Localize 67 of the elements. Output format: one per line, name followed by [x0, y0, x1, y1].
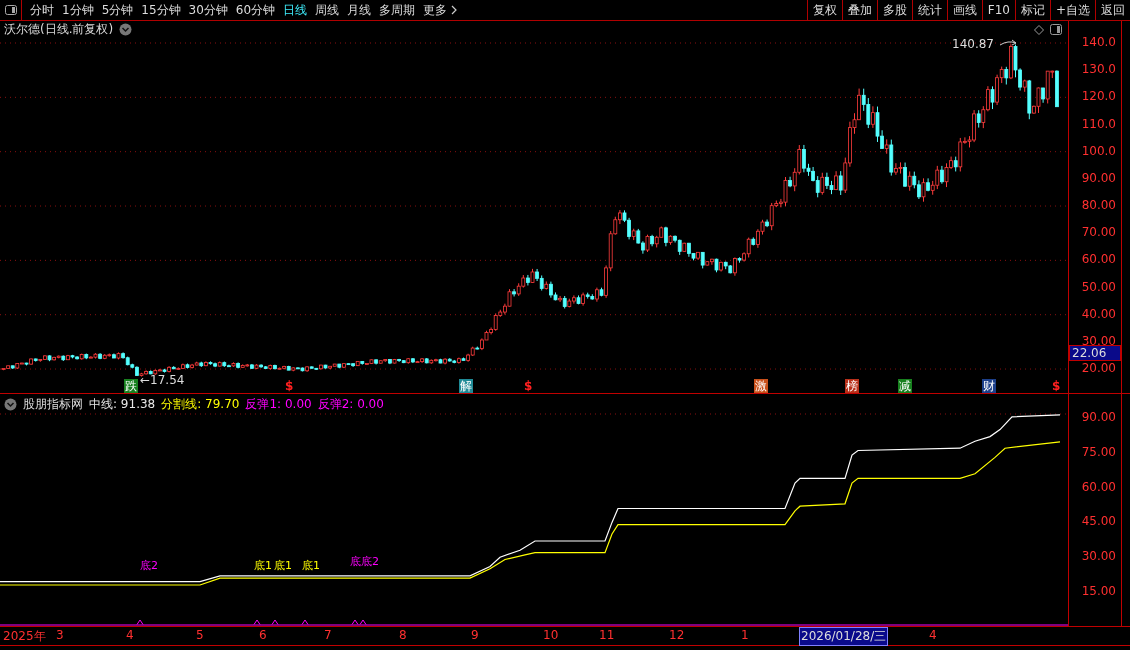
signal-tag: 减 — [898, 379, 912, 393]
date-label: 4 — [125, 628, 135, 642]
indicator-name: 股朋指标网 — [23, 395, 83, 413]
signal-tag: 榜 — [845, 379, 859, 393]
period-tab[interactable]: 30分钟 — [188, 1, 228, 19]
date-label: 12 — [668, 628, 686, 642]
date-label: 4 — [928, 628, 938, 642]
period-tab[interactable]: 60分钟 — [235, 1, 276, 19]
date-label: 10 — [542, 628, 560, 642]
axis-label: 130.0 — [1081, 62, 1116, 77]
bottom-signal-label: 底1 — [254, 558, 272, 573]
date-label: 9 — [470, 628, 480, 642]
axis-label: 140.0 — [1081, 35, 1116, 49]
axis-label: 60.00 — [1081, 479, 1116, 494]
axis-label: 20.00 — [1081, 361, 1116, 376]
indicator-value: 分割线: 79.70 — [161, 395, 240, 413]
period-tab[interactable]: 分时 — [30, 1, 54, 19]
axis-label: 60.00 — [1081, 252, 1116, 267]
signal-mark: $ — [524, 379, 533, 393]
signal-tag: 跌 — [124, 379, 138, 393]
indicator-value: 反弹2: 0.00 — [317, 395, 384, 413]
axis-label: 30.00 — [1081, 333, 1116, 348]
period-tab[interactable]: 15分钟 — [141, 1, 181, 19]
bottom-signal-label: 底1 — [274, 558, 292, 573]
axis-label: 80.00 — [1081, 198, 1116, 212]
period-tab[interactable]: 5分钟 — [101, 1, 134, 19]
axis-label: 110.0 — [1081, 116, 1116, 131]
signal-tag: 激 — [754, 379, 768, 393]
axis-label: 15.00 — [1081, 584, 1116, 598]
period-tab[interactable]: 更多 — [423, 1, 448, 19]
axis-label: 75.00 — [1081, 444, 1116, 459]
axis-label: 70.00 — [1081, 225, 1116, 240]
date-label: 11 — [598, 628, 616, 642]
date-label: 5 — [195, 628, 205, 642]
period-tab[interactable]: 1分钟 — [62, 1, 94, 19]
date-label: 2026/01/28/三 — [800, 628, 888, 645]
high-price-label: 140.87 — [952, 37, 994, 51]
date-label: 3 — [55, 628, 65, 642]
date-label: 1 — [740, 628, 750, 642]
signal-tag: 解 — [459, 379, 473, 393]
indicator-value: 反弹1: 0.00 — [245, 395, 312, 413]
period-tab[interactable]: 周线 — [315, 1, 340, 19]
signal-mark: $ — [1052, 379, 1061, 393]
indicator-value: 中线: 91.38 — [89, 395, 156, 413]
period-tab[interactable]: 日线 — [283, 1, 308, 19]
axis-label: 50.00 — [1081, 279, 1116, 294]
axis-label: 90.00 — [1081, 170, 1116, 185]
signal-tag: 财 — [982, 379, 996, 393]
chart-title: 沃尔德(日线.前复权) — [4, 21, 114, 38]
date-label: 6 — [258, 628, 268, 642]
signal-mark: $ — [285, 379, 294, 393]
bottom-signal-label: 底2 — [140, 558, 158, 573]
axis-label: 40.00 — [1081, 306, 1116, 321]
bottom-signal-label: 底底2 — [350, 554, 379, 569]
axis-label: 45.00 — [1081, 514, 1116, 529]
date-label: 8 — [398, 628, 408, 642]
bottom-signal-label: 底1 — [302, 558, 320, 573]
current-price-label: 22.06 — [1069, 345, 1121, 361]
axis-label: 90.00 — [1081, 410, 1116, 424]
date-label: 2025年 — [2, 628, 47, 645]
date-label: 7 — [323, 628, 333, 642]
period-tab[interactable]: 月线 — [347, 1, 372, 19]
axis-label: 120.0 — [1081, 89, 1116, 104]
axis-label: 100.0 — [1081, 143, 1116, 158]
low-price-label: ←17.54 — [140, 374, 185, 387]
axis-label: 30.00 — [1081, 549, 1116, 564]
period-tab[interactable]: 多周期 — [379, 1, 416, 19]
